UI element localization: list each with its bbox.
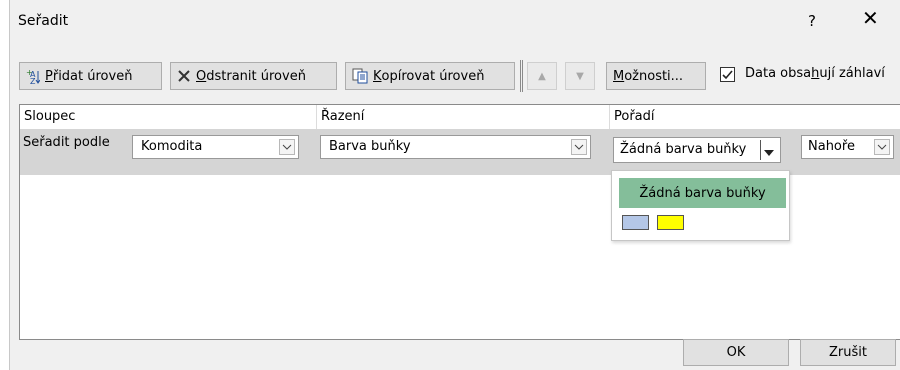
background-sheet-edge	[0, 0, 10, 370]
sort-by-label: Seřadit podle	[23, 135, 110, 150]
arrow-up-icon: ▲	[538, 70, 546, 82]
help-button[interactable]: ?	[808, 12, 816, 30]
swatch-yellow[interactable]	[657, 215, 684, 230]
column-select[interactable]: Komodita	[132, 135, 299, 159]
order-position-select[interactable]: Nahoře	[801, 135, 894, 159]
chevron-down-icon[interactable]	[874, 139, 890, 155]
headers-checkbox-label[interactable]: Data obsahují záhlaví	[745, 66, 885, 81]
add-level-icon: + A Z	[26, 68, 40, 84]
ok-button[interactable]: OK	[683, 339, 789, 366]
delete-x-icon	[177, 69, 191, 83]
dialog-title: Seřadit	[18, 13, 69, 29]
move-up-button[interactable]: ▲	[527, 62, 557, 90]
headers-checkbox[interactable]	[720, 67, 735, 82]
header-order: Pořadí	[614, 109, 655, 124]
svg-text:Z: Z	[30, 77, 36, 84]
color-dropdown-popup: Žádná barva buňky	[611, 170, 790, 241]
sort-level-row: Seřadit podle Komodita Barva buňky Žádná…	[20, 129, 900, 175]
dropdown-arrow-icon[interactable]	[764, 146, 774, 161]
header-sort-on: Řazení	[317, 105, 610, 129]
delete-level-button[interactable]: Odstranit úroveň	[170, 62, 337, 90]
order-color-select[interactable]: Žádná barva buňky	[613, 137, 781, 163]
move-down-button[interactable]: ▼	[565, 62, 595, 90]
chevron-down-icon[interactable]	[279, 139, 295, 155]
add-level-button[interactable]: + A Z Přidat úroveň	[19, 62, 162, 90]
cancel-button[interactable]: Zrušit	[800, 339, 896, 366]
options-button[interactable]: Možnosti...	[606, 62, 706, 90]
no-cell-color-option[interactable]: Žádná barva buňky	[619, 178, 786, 208]
copy-icon	[352, 68, 368, 84]
sort-on-select[interactable]: Barva buňky	[320, 135, 591, 159]
copy-level-button[interactable]: Kopírovat úroveň	[345, 62, 515, 90]
checkmark-icon	[722, 70, 733, 80]
swatch-blue[interactable]	[622, 215, 649, 230]
chevron-down-icon[interactable]	[571, 139, 587, 155]
arrow-down-icon: ▼	[576, 70, 584, 82]
split-divider	[760, 140, 761, 160]
toolbar-separator	[520, 60, 523, 92]
close-button[interactable]: ✕	[862, 8, 879, 28]
header-column: Sloupec	[20, 105, 317, 129]
